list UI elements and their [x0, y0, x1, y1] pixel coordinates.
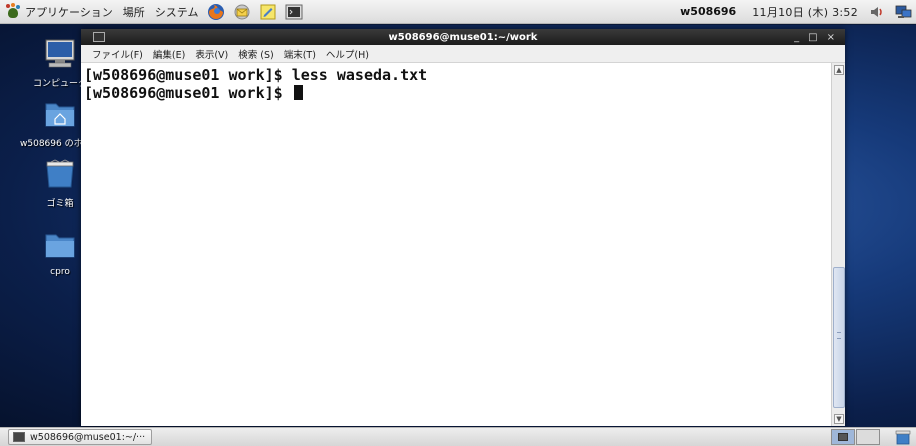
email-client-icon [234, 4, 250, 19]
terminal-launcher[interactable] [284, 2, 304, 22]
firefox-launcher[interactable] [206, 2, 226, 22]
text-cursor [293, 85, 303, 100]
scroll-down-arrow-icon[interactable]: ▼ [834, 414, 844, 424]
menu-view[interactable]: 表示(V) [190, 47, 233, 61]
notes-icon [260, 4, 276, 19]
terminal-line: [w508696@muse01 work]$ less waseda.txt [84, 66, 428, 84]
menu-help[interactable]: ヘルプ(H) [321, 47, 374, 61]
volume-icon [871, 6, 882, 17]
terminal-scrollbar[interactable]: ▲ ▼ [831, 63, 845, 426]
panel-menu-bar: アプリケーション 場所 システム [0, 0, 307, 24]
terminal-task-icon [13, 432, 25, 442]
user-switcher[interactable]: w508696 [670, 5, 746, 18]
workspace-switcher [831, 429, 880, 445]
trash-icon [46, 159, 74, 188]
workspace-1[interactable] [831, 429, 855, 445]
terminal-menubar: ファイル(F) 編集(E) 表示(V) 検索 (S) 端末(T) ヘルプ(H) [81, 45, 845, 63]
menu-file[interactable]: ファイル(F) [87, 47, 148, 61]
system-menu[interactable]: システム [150, 0, 204, 24]
workspace-2[interactable] [856, 429, 880, 445]
bottom-panel: w508696@muse01:~/··· [0, 427, 916, 446]
clock[interactable]: 11月10日 (木) 3:52 [746, 4, 864, 20]
menu-terminal[interactable]: 端末(T) [279, 47, 321, 61]
terminal-titlebar[interactable]: w508696@muse01:~/work _ □ × [81, 29, 845, 45]
menu-search[interactable]: 検索 (S) [233, 47, 278, 61]
folder-icon [45, 234, 75, 258]
taskbar-terminal-label: w508696@muse01:~/··· [30, 431, 146, 443]
network-icon [895, 5, 912, 18]
scrollbar-thumb[interactable] [833, 267, 845, 408]
close-button[interactable]: × [827, 32, 835, 43]
applications-menu-label: アプリケーション [25, 5, 113, 19]
trash-applet-icon[interactable] [894, 429, 912, 445]
terminal-output[interactable]: [w508696@muse01 work]$ less waseda.txt [… [81, 63, 831, 426]
terminal-window: w508696@muse01:~/work _ □ × ファイル(F) 編集(E… [81, 29, 845, 426]
system-menu-label: システム [154, 5, 199, 19]
minimize-button[interactable]: _ [794, 32, 799, 43]
scrollbar-grip-icon [837, 332, 841, 339]
places-menu[interactable]: 場所 [118, 0, 150, 24]
gnome-foot-icon [5, 3, 21, 20]
desktop[interactable]: コンピュータ w508696 のホーム ゴミ箱 cpro w508696@mus… [0, 25, 916, 427]
firefox-icon [208, 3, 225, 20]
top-panel: アプリケーション 場所 システム w508696 11月10日 (木) 3:52 [0, 0, 916, 24]
applications-menu[interactable]: アプリケーション [0, 0, 118, 24]
terminal-prompt: [w508696@muse01 work]$ [84, 84, 292, 102]
notes-launcher[interactable] [258, 2, 278, 22]
menu-edit[interactable]: 編集(E) [148, 47, 190, 61]
terminal-launcher-icon [285, 4, 303, 19]
taskbar-terminal-button[interactable]: w508696@muse01:~/··· [8, 429, 153, 445]
volume-control[interactable] [868, 3, 886, 21]
terminal-prompt-line: [w508696@muse01 work]$ [84, 84, 831, 102]
terminal-title: w508696@muse01:~/work [388, 31, 538, 43]
network-control[interactable] [894, 3, 912, 21]
email-launcher[interactable] [232, 2, 252, 22]
maximize-button[interactable]: □ [808, 32, 817, 43]
places-menu-label: 場所 [122, 5, 145, 19]
computer-icon [45, 39, 75, 68]
workspace-window-icon [838, 433, 848, 441]
scroll-up-arrow-icon[interactable]: ▲ [834, 65, 844, 75]
home-folder-icon [45, 103, 75, 127]
window-controls: _ □ × [794, 29, 835, 45]
